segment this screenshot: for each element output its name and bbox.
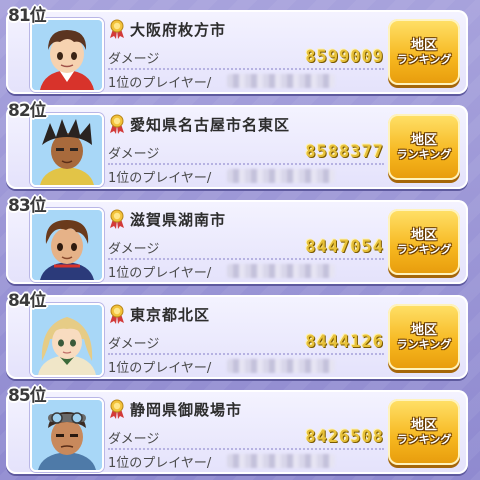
blurred-player-name — [227, 359, 336, 373]
top-player-line: 1位のプレイヤー/ — [108, 70, 384, 92]
damage-line: ダメージ 8426508 — [108, 426, 384, 450]
medal-icon — [110, 114, 124, 134]
region-name-line: 大阪府枚方市 — [108, 18, 386, 40]
blurred-player-name — [227, 264, 336, 278]
brown-hair-boy-avatar — [30, 208, 104, 282]
region-name: 滋賀県湖南市 — [130, 210, 227, 229]
goggles-man-avatar — [30, 398, 104, 472]
row-info: 愛知県名古屋市名東区 ダメージ 8588377 1位のプレイヤー/ — [108, 111, 386, 187]
rank-label: 85位 — [8, 386, 47, 406]
region-name-line: 滋賀県湖南市 — [108, 208, 386, 230]
top-player-label: 1位のプレイヤー/ — [108, 455, 212, 471]
row-info: 滋賀県湖南市 ダメージ 8447054 1位のプレイヤー/ — [108, 206, 386, 282]
damage-line: ダメージ 8599009 — [108, 46, 384, 70]
ranking-row: 82位 愛知県名古屋市名東区 ダメージ 8588377 1位のプレイヤー/ 地区… — [6, 101, 468, 189]
button-label-ranking: ランキング — [396, 148, 452, 162]
region-ranking-button[interactable]: 地区 ランキング — [388, 399, 460, 465]
damage-label: ダメージ — [108, 146, 160, 162]
top-player-line: 1位のプレイヤー/ — [108, 450, 384, 472]
medal-icon — [110, 209, 124, 229]
button-label-ranking: ランキング — [396, 53, 452, 67]
top-player-line: 1位のプレイヤー/ — [108, 355, 384, 377]
row-info: 東京都北区 ダメージ 8444126 1位のプレイヤー/ — [108, 301, 386, 377]
row-info: 大阪府枚方市 ダメージ 8599009 1位のプレイヤー/ — [108, 16, 386, 92]
blurred-player-name — [227, 74, 336, 88]
blonde-girl-avatar — [30, 303, 104, 377]
button-label-region: 地区 — [410, 417, 437, 433]
ranking-row: 83位 滋賀県湖南市 ダメージ 8447054 1位のプレイヤー/ 地区 ランキ… — [6, 196, 468, 284]
damage-value: 8588377 — [305, 142, 384, 162]
region-ranking-button[interactable]: 地区 ランキング — [388, 304, 460, 370]
button-label-region: 地区 — [410, 37, 437, 53]
region-ranking-button[interactable]: 地区 ランキング — [388, 209, 460, 275]
damage-label: ダメージ — [108, 431, 160, 447]
region-name-line: 愛知県名古屋市名東区 — [108, 113, 386, 135]
damage-line: ダメージ 8444126 — [108, 331, 384, 355]
top-player-label: 1位のプレイヤー/ — [108, 360, 212, 376]
region-ranking-button[interactable]: 地区 ランキング — [388, 114, 460, 180]
button-label-region: 地区 — [410, 227, 437, 243]
damage-line: ダメージ 8588377 — [108, 141, 384, 165]
blurred-player-name — [227, 454, 336, 468]
region-ranking-list[interactable]: 81位 大阪府枚方市 ダメージ 8599009 1位のプレイヤー/ 地区 ランキ… — [0, 0, 480, 480]
rank-label: 84位 — [8, 291, 47, 311]
top-player-label: 1位のプレイヤー/ — [108, 265, 212, 281]
top-player-label: 1位のプレイヤー/ — [108, 170, 212, 186]
rank-label: 83位 — [8, 196, 47, 216]
damage-label: ダメージ — [108, 336, 160, 352]
damage-label: ダメージ — [108, 51, 160, 67]
medal-icon — [110, 399, 124, 419]
region-ranking-button[interactable]: 地区 ランキング — [388, 19, 460, 85]
button-label-ranking: ランキング — [396, 433, 452, 447]
medal-icon — [110, 304, 124, 324]
ranking-row: 84位 東京都北区 ダメージ 8444126 1位のプレイヤー/ 地区 ランキン… — [6, 291, 468, 379]
region-name: 東京都北区 — [130, 305, 211, 324]
damage-value: 8447054 — [305, 237, 384, 257]
button-label-region: 地区 — [410, 132, 437, 148]
rank-label: 81位 — [8, 6, 47, 26]
button-label-region: 地区 — [410, 322, 437, 338]
spiky-hair-boy-avatar — [30, 113, 104, 187]
top-player-line: 1位のプレイヤー/ — [108, 165, 384, 187]
top-player-line: 1位のプレイヤー/ — [108, 260, 384, 282]
region-name-line: 静岡県御殿場市 — [108, 398, 386, 420]
region-name: 静岡県御殿場市 — [130, 400, 243, 419]
blurred-player-name — [227, 169, 336, 183]
region-name: 大阪府枚方市 — [130, 20, 227, 39]
region-name-line: 東京都北区 — [108, 303, 386, 325]
button-label-ranking: ランキング — [396, 338, 452, 352]
top-player-label: 1位のプレイヤー/ — [108, 75, 212, 91]
region-name: 愛知県名古屋市名東区 — [130, 115, 291, 134]
boy-red-jacket-avatar — [30, 18, 104, 92]
medal-icon — [110, 19, 124, 39]
damage-value: 8599009 — [305, 47, 384, 67]
rank-label: 82位 — [8, 101, 47, 121]
damage-label: ダメージ — [108, 241, 160, 257]
damage-value: 8444126 — [305, 332, 384, 352]
damage-value: 8426508 — [305, 427, 384, 447]
ranking-row: 85位 静岡県御殿場市 ダメージ 8426508 1位のプレイヤー/ 地区 ラン… — [6, 386, 468, 474]
row-info: 静岡県御殿場市 ダメージ 8426508 1位のプレイヤー/ — [108, 396, 386, 472]
ranking-row: 81位 大阪府枚方市 ダメージ 8599009 1位のプレイヤー/ 地区 ランキ… — [6, 6, 468, 94]
damage-line: ダメージ 8447054 — [108, 236, 384, 260]
button-label-ranking: ランキング — [396, 243, 452, 257]
